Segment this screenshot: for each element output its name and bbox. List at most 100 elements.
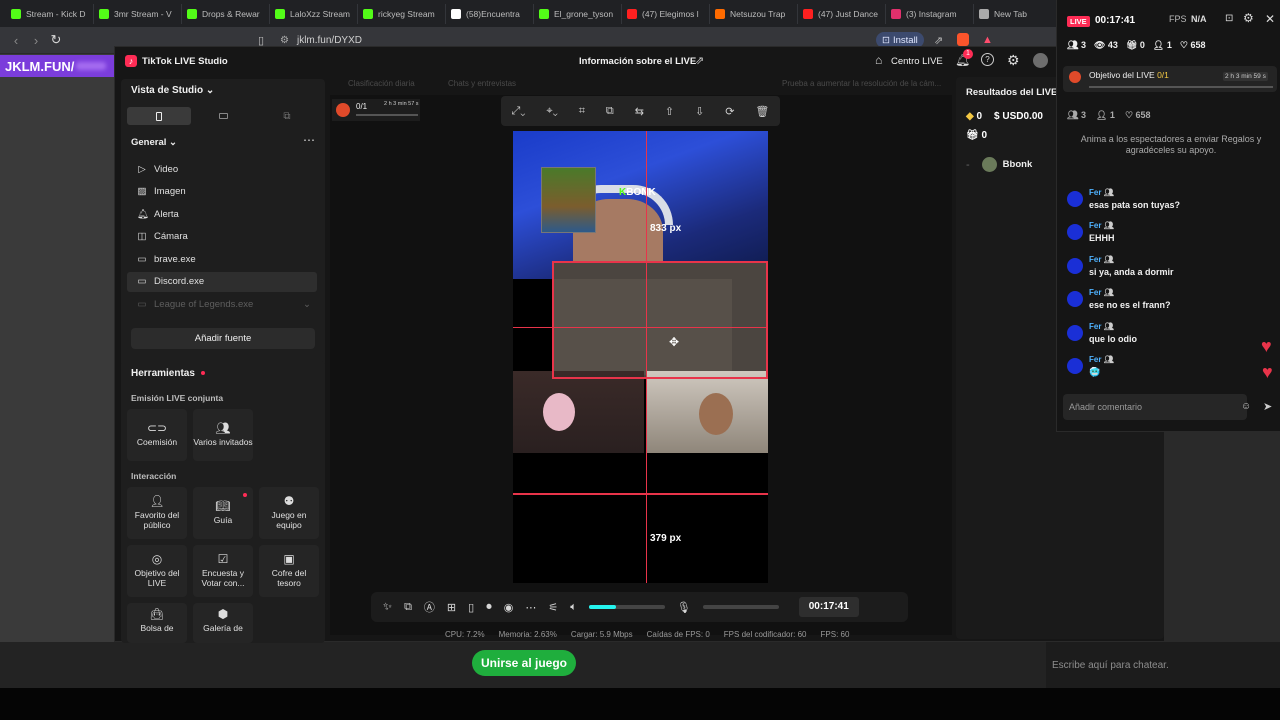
align-icon[interactable]: ⌖⌄ [546, 105, 557, 118]
lock-icon[interactable]: ⊡ [1225, 13, 1233, 24]
live-info-title[interactable]: Información sobre el LIVE [579, 56, 696, 67]
source-label: Video [154, 163, 179, 175]
share-icon[interactable]: ⇗ [934, 34, 943, 47]
microphone-icon[interactable]: 🎙︎ [677, 601, 691, 614]
browser-tab[interactable]: Stream - Kick D [6, 3, 94, 24]
chat-message[interactable]: Fer 👥︎ EHHH [1065, 221, 1265, 251]
speaker-volume-slider[interactable] [588, 605, 665, 609]
coemision-tool[interactable]: ⊂⊃ Coemisión [127, 409, 187, 461]
source-item[interactable]: ▨ Imagen [127, 182, 317, 202]
reload-icon[interactable]: ↻ [46, 32, 66, 48]
speaker-icon[interactable]: 🔈︎ [570, 601, 577, 614]
browser-tab[interactable]: (3) Instagram [886, 3, 974, 24]
source-item[interactable]: 🔔︎ Alerta [127, 204, 317, 224]
site-brand[interactable]: JKLM.FUN/ [0, 55, 114, 77]
team-game-tool[interactable]: ⚉ Juego en equipo [259, 487, 319, 539]
favorite-tool[interactable]: 👤︎ Favorito del público [127, 487, 187, 539]
browser-tab[interactable]: (58)Encuentra [446, 3, 534, 24]
send-backward-icon[interactable]: ⇩ [695, 105, 704, 118]
bag-tool[interactable]: 👜︎ Bolsa de [127, 603, 187, 643]
treasure-chest-tool[interactable]: ▣ Cofre del tesoro [259, 545, 319, 597]
multi-guest-tool[interactable]: 👥︎ Varios invitados [193, 409, 253, 461]
live-preview-canvas[interactable]: KBONK 833 px 379 px ✥ [513, 131, 768, 583]
chat-message[interactable]: Fer 👥︎ esas pata son tuyas? [1065, 188, 1265, 218]
join-game-button[interactable]: Unirse al juego [472, 650, 576, 676]
delete-icon[interactable]: 🗑︎ [755, 105, 769, 118]
users-icon: 👥︎ [215, 421, 231, 435]
browser-tab[interactable]: LaloXzz Stream [270, 3, 358, 24]
selection-box[interactable] [552, 261, 768, 379]
chat-message[interactable]: Fer 👥︎ que lo odio [1065, 322, 1265, 352]
add-source-button[interactable]: Añadir fuente [131, 328, 315, 349]
studio-view-dropdown[interactable]: Vista de Studio ⌄ [131, 85, 214, 96]
landscape-layout-button[interactable] [191, 107, 255, 125]
general-scene-dropdown[interactable]: General ⌄ [131, 137, 177, 148]
browser-tab[interactable]: Netsuzou Trap [710, 3, 798, 24]
add-scene-icon[interactable]: ⊞ [447, 601, 456, 614]
source-item[interactable]: ▭ League of Legends.exe ⌄ [127, 294, 317, 314]
portrait-layout-button[interactable] [127, 107, 191, 125]
ranking-row[interactable]: - Bbonk [966, 157, 1032, 172]
browser-tab[interactable]: rickyeg Stream [358, 3, 446, 24]
record-icon[interactable]: ⏺ [486, 601, 492, 614]
rewards-icon[interactable]: ▲ [982, 34, 993, 46]
mixer-icon[interactable]: ⚟ [548, 601, 558, 614]
source-item[interactable]: ▭ brave.exe [127, 249, 317, 269]
comment-input[interactable]: Añadir comentario ☺ [1063, 394, 1251, 420]
settings-gear-icon[interactable]: ⚙ [1007, 52, 1020, 69]
browser-tab[interactable]: (47) Elegimos l [622, 3, 710, 24]
more-options-icon[interactable]: ⋯ [303, 133, 315, 147]
transform-icon[interactable]: ⧉ [404, 601, 412, 614]
copy-icon[interactable]: ⧉ [606, 105, 614, 118]
tiktok-icon [451, 8, 461, 19]
send-icon[interactable]: ➤ [1263, 400, 1272, 413]
overlay-goal-widget[interactable]: Objetivo del LIVE 0/1 2 h 3 min 59 s [1063, 66, 1277, 92]
gallery-tool[interactable]: ⬢ Galería de [193, 603, 253, 643]
chat-text: si ya, anda a dormir [1089, 266, 1174, 277]
link-icon: ⊂⊃ [146, 421, 168, 435]
source-item[interactable]: ▷ Video [127, 159, 317, 179]
poll-tool[interactable]: ☑ Encuesta y Votar con... [193, 545, 253, 597]
broadcast-icon[interactable]: ◉ [504, 601, 514, 614]
browser-tab[interactable]: 3mr Stream - V [94, 3, 182, 24]
dual-layout-button[interactable]: ⧉ [255, 107, 319, 125]
centro-live-button[interactable]: Centro LIVE [891, 56, 943, 67]
flip-icon[interactable]: ⇆ [635, 105, 644, 118]
site-info-icon[interactable]: ⚙ [280, 35, 289, 46]
page-chat-input[interactable]: Escribe aquí para chatear. [1046, 642, 1280, 688]
floating-heart-icon: ♥ [1262, 362, 1273, 382]
browser-tab[interactable]: Drops & Rewar [182, 3, 270, 24]
overlay-close-icon[interactable]: ✕ [1265, 12, 1275, 26]
live-goal-tool[interactable]: ◎ Objetivo del LIVE [127, 545, 187, 597]
browser-tab[interactable]: (47) Just Dance [798, 3, 886, 24]
chat-message[interactable]: Fer 👥︎ ese no es el frann? [1065, 288, 1265, 318]
chat-message[interactable]: Fer 👥︎ si ya, anda a dormir [1065, 255, 1265, 285]
profile-avatar[interactable] [1033, 53, 1048, 68]
overlay-goal-bar [1089, 86, 1273, 88]
chat-message[interactable]: Fer 👥︎ 🥶 [1065, 355, 1265, 385]
browser-tab[interactable]: New Tab [974, 3, 1062, 24]
back-icon[interactable]: ‹ [6, 33, 26, 48]
phone-icon[interactable]: ▯ [468, 601, 474, 614]
source-item[interactable]: ◫ Cámara [127, 227, 317, 247]
forward-icon[interactable]: › [26, 33, 46, 48]
browser-tab[interactable]: El_grone_tyson [534, 3, 622, 24]
crop-icon[interactable]: ⌗ [579, 105, 585, 118]
bookmark-icon[interactable]: ▯ [258, 34, 264, 47]
mic-volume-slider[interactable] [702, 605, 779, 609]
bring-forward-icon[interactable]: ⇧ [665, 105, 674, 118]
game-thumbnail [541, 167, 596, 233]
share-live-icon[interactable]: ⇗ [695, 54, 704, 67]
overlay-settings-icon[interactable]: ⚙ [1243, 11, 1254, 25]
ai-effects-icon[interactable]: Ⓐ [424, 599, 435, 615]
emoji-icon[interactable]: ☺ [1241, 401, 1251, 412]
brave-shield-icon[interactable] [957, 33, 969, 46]
magic-effects-icon[interactable]: ✨︎ [383, 601, 392, 614]
fit-icon[interactable]: ⤢⌄ [511, 105, 525, 118]
help-icon[interactable]: ? [981, 53, 994, 66]
rotate-icon[interactable]: ⟳ [725, 105, 734, 118]
more-icon[interactable]: ⋯ [525, 601, 536, 614]
guide-tool[interactable]: 📖︎ Guía [193, 487, 253, 539]
source-item[interactable]: ▭ Discord.exe [127, 271, 317, 292]
goal-widget[interactable]: 0/1 2 h 3 min 57 s [332, 99, 420, 121]
